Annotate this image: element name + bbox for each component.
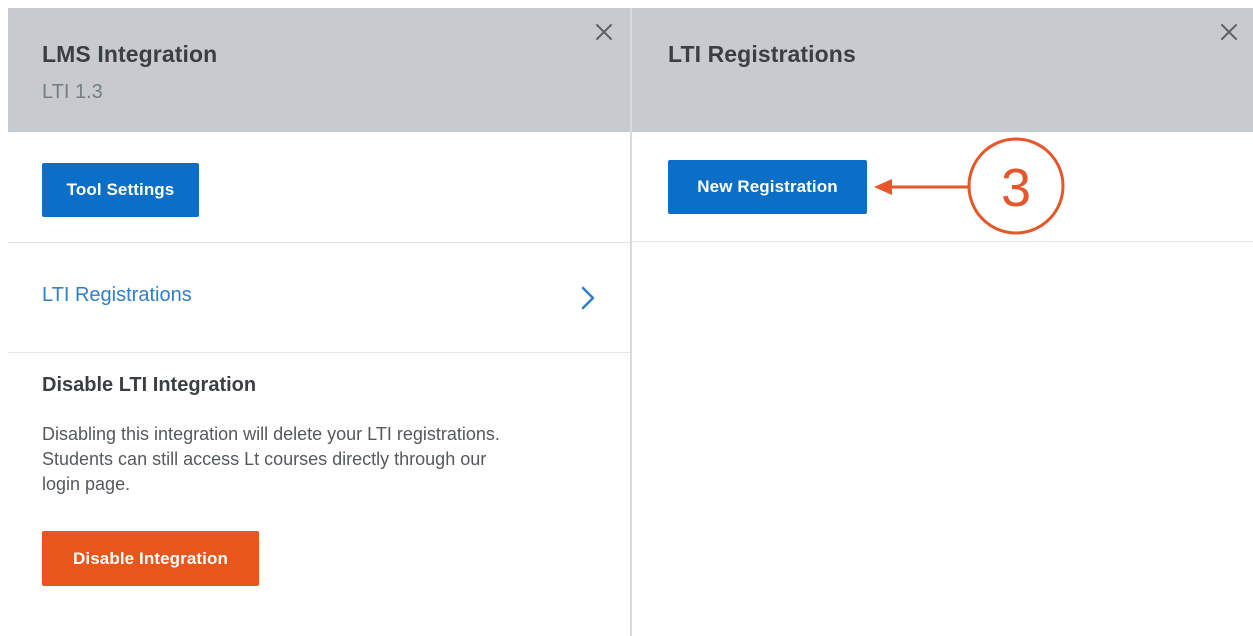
- close-registrations-panel-button[interactable]: [1217, 20, 1241, 44]
- tool-settings-button[interactable]: Tool Settings: [42, 163, 199, 217]
- divider: [632, 241, 1253, 242]
- disable-section-heading: Disable LTI Integration: [42, 374, 257, 396]
- panel-subtitle: LTI 1.3: [42, 81, 103, 103]
- panel-title: LTI Registrations: [668, 41, 856, 67]
- description-line: login page.: [42, 474, 131, 494]
- description-line: Students can still access Lt courses dir…: [42, 449, 487, 469]
- new-registration-button[interactable]: New Registration: [668, 160, 867, 214]
- lms-integration-header: LMS Integration LTI 1.3: [8, 8, 630, 132]
- screen: LMS Integration LTI 1.3 Tool Settings LT…: [0, 0, 1253, 636]
- description-line: Disabling this integration will delete y…: [42, 424, 500, 444]
- chevron-right-icon: [581, 286, 595, 310]
- nav-item-label: LTI Registrations: [42, 284, 192, 306]
- close-icon: [1221, 24, 1237, 40]
- nav-item-lti-registrations[interactable]: LTI Registrations: [8, 242, 630, 352]
- panel-title: LMS Integration: [42, 41, 218, 67]
- lti-registrations-header: LTI Registrations: [632, 8, 1253, 132]
- disable-section-description: Disabling this integration will delete y…: [42, 422, 602, 497]
- lms-integration-panel: LMS Integration LTI 1.3 Tool Settings LT…: [8, 8, 630, 636]
- lti-registrations-panel: LTI Registrations New Registration: [632, 8, 1253, 636]
- close-lms-panel-button[interactable]: [592, 20, 616, 44]
- close-icon: [596, 24, 612, 40]
- disable-integration-button[interactable]: Disable Integration: [42, 531, 259, 586]
- divider: [8, 352, 630, 353]
